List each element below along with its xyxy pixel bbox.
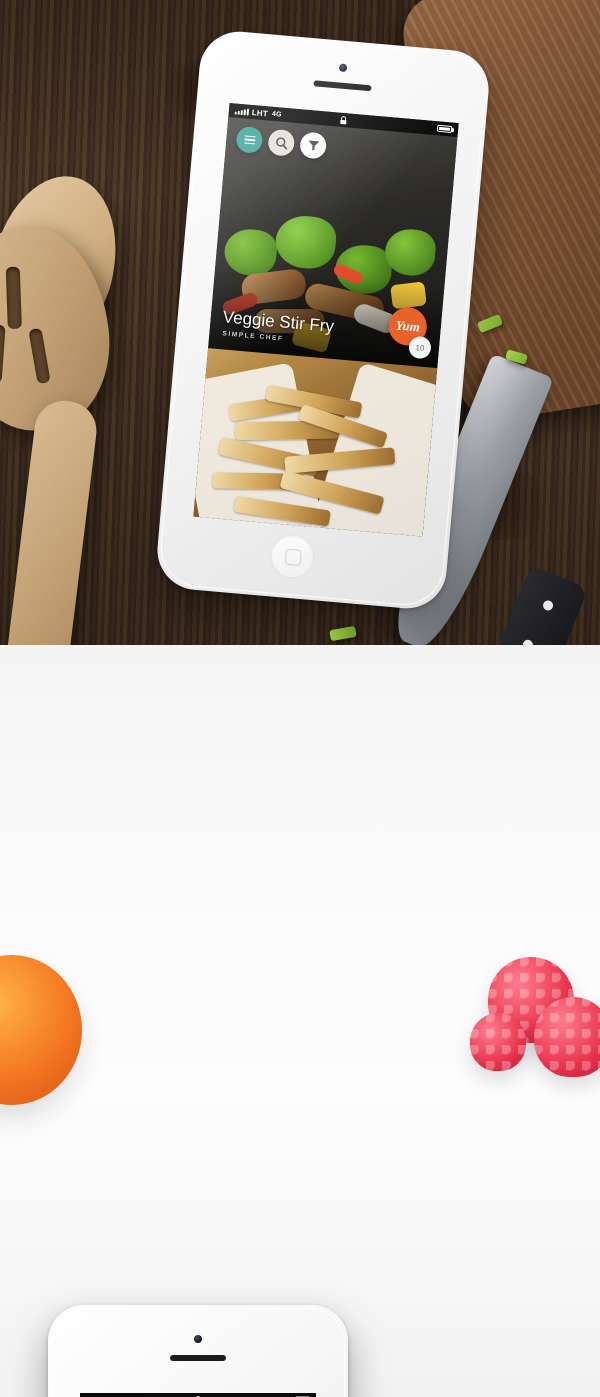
phone-bezel-edge — [51, 1308, 345, 1397]
recipe-card-fries[interactable] — [193, 348, 438, 537]
battery-icon — [436, 124, 453, 134]
orange-fruit — [0, 955, 82, 1105]
spoon-slot — [5, 266, 22, 330]
knife-rivet — [521, 638, 535, 645]
filter-button[interactable] — [299, 131, 328, 160]
yum-label: Yum — [395, 317, 421, 335]
search-icon — [275, 136, 287, 150]
knife-handle — [461, 565, 589, 645]
earpiece-speaker — [170, 1355, 226, 1361]
phone2-screen: LHT 4G — [80, 1393, 316, 1397]
phone1-screen: LHT 4G Veggie Stir Fry SIMPLE CHEF Yum 1… — [193, 103, 459, 537]
mockup-page: LHT 4G Veggie Stir Fry SIMPLE CHEF Yum 1… — [0, 0, 600, 1397]
raspberry — [470, 1013, 526, 1071]
bottom-scene-light-background: LHT 4G — [0, 645, 600, 1397]
chive-piece — [329, 625, 357, 642]
status-bar: LHT 4G — [80, 1393, 316, 1397]
spoon-slot — [28, 327, 51, 385]
hamburger-icon — [243, 133, 256, 147]
search-button[interactable] — [267, 128, 296, 157]
menu-button[interactable] — [235, 125, 264, 154]
top-scene-wood-background: LHT 4G Veggie Stir Fry SIMPLE CHEF Yum 1… — [0, 0, 600, 645]
filter-icon — [308, 140, 320, 151]
broccoli — [273, 213, 338, 271]
wooden-spoon-handle — [0, 397, 100, 645]
phone-device-recipes: LHT 4G Veggie Stir Fry SIMPLE CHEF Yum 1… — [154, 28, 492, 612]
raspberry — [534, 997, 600, 1077]
front-camera — [194, 1335, 202, 1343]
spoon-slot — [0, 324, 6, 384]
signal-strength-icon — [234, 107, 250, 116]
phone-device-shopping-list-back: LHT 4G — [48, 1305, 348, 1397]
network-label: 4G — [271, 110, 282, 119]
carrier-label: LHT — [251, 107, 269, 118]
lock-icon — [339, 115, 348, 125]
knife-rivet — [541, 598, 555, 612]
recipe-card-hero[interactable]: Veggie Stir Fry SIMPLE CHEF Yum 10 — [208, 116, 458, 369]
home-button-square — [284, 548, 302, 566]
